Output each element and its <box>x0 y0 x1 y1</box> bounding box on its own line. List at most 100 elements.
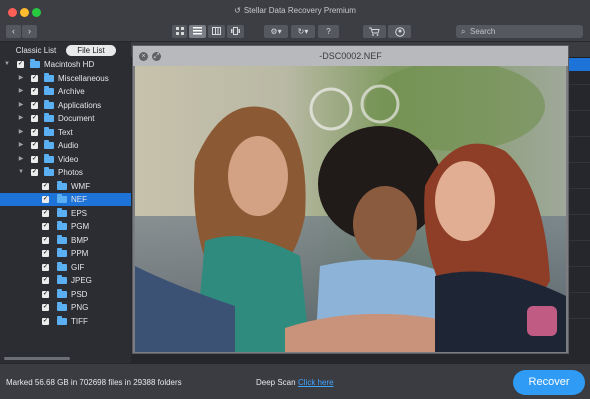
checkbox[interactable]: ✓ <box>42 290 49 298</box>
row-divider <box>568 292 590 293</box>
tree-item-tiff[interactable]: ✓ TIFF <box>0 315 131 328</box>
tree-item-eps[interactable]: ✓ EPS <box>0 207 131 220</box>
disclosure-collapsed-icon[interactable]: ▶ <box>17 112 25 125</box>
tree-item-png[interactable]: ✓ PNG <box>0 301 131 314</box>
disclosure-collapsed-icon[interactable]: ▶ <box>17 126 25 139</box>
folder-icon <box>57 221 67 230</box>
checkbox[interactable]: ✓ <box>31 88 38 95</box>
cart-button[interactable] <box>363 25 386 38</box>
checkbox[interactable]: ✓ <box>42 250 49 257</box>
tab-classic-list[interactable]: Classic List <box>8 45 64 56</box>
row-divider <box>568 240 590 241</box>
status-bar: Marked 56.68 GB in 702698 files in 29388… <box>0 363 590 399</box>
folder-icon <box>44 126 54 136</box>
folder-icon <box>44 113 54 122</box>
disclosure-collapsed-icon[interactable]: ▶ <box>17 85 25 98</box>
checkbox[interactable]: ✓ <box>42 182 49 190</box>
account-button[interactable] <box>388 25 411 38</box>
grid-view-button[interactable] <box>172 25 187 38</box>
tree-item-pgm[interactable]: ✓ PGM <box>0 220 131 233</box>
checkbox[interactable]: ✓ <box>42 277 49 284</box>
tree-item-label: BMP <box>71 235 89 245</box>
marked-summary: Marked 56.68 GB in 702698 files in 29388… <box>6 378 182 387</box>
checkbox[interactable]: ✓ <box>42 196 49 203</box>
folder-icon <box>44 167 54 176</box>
forward-button[interactable]: › <box>22 25 37 38</box>
column-view-button[interactable] <box>208 25 225 38</box>
tree-item-video[interactable]: ▶ ✓ Video <box>0 153 131 166</box>
folder-icon <box>57 261 67 271</box>
tree-scrollbar[interactable] <box>4 357 70 360</box>
disclosure-collapsed-icon[interactable]: ▶ <box>17 72 25 85</box>
folder-icon <box>57 315 67 325</box>
checkbox[interactable]: ✓ <box>31 169 38 176</box>
tree-item-applications[interactable]: ▶ ✓ Applications <box>0 99 131 112</box>
help-button[interactable]: ? <box>318 25 339 38</box>
settings-button[interactable]: ⚙▾ <box>264 25 288 38</box>
checkbox[interactable]: ✓ <box>42 223 49 230</box>
folder-icon <box>57 302 67 311</box>
file-list-selected-row[interactable] <box>568 58 590 71</box>
tree-item-label: TIFF <box>71 316 88 326</box>
tree-item-macintosh-hd[interactable]: ▼ ✓ Macintosh HD <box>0 58 131 71</box>
tree-item-archive[interactable]: ▶ ✓ Archive <box>0 85 131 98</box>
tree-item-audio[interactable]: ▶ ✓ Audio <box>0 139 131 152</box>
recover-button[interactable]: Recover <box>513 370 585 395</box>
disclosure-collapsed-icon[interactable]: ▶ <box>17 153 25 166</box>
checkbox[interactable]: ✓ <box>31 115 38 122</box>
checkbox[interactable]: ✓ <box>42 263 49 271</box>
tab-file-list[interactable]: File List <box>66 45 116 56</box>
tree-item-psd[interactable]: ✓ PSD <box>0 288 131 301</box>
checkbox[interactable]: ✓ <box>42 236 49 244</box>
search-icon: ⌕ <box>461 27 466 36</box>
folder-icon <box>57 207 67 217</box>
tree-item-label: PNG <box>71 303 89 312</box>
tree-item-gif[interactable]: ✓ GIF <box>0 261 131 274</box>
tree-item-document[interactable]: ▶ ✓ Document <box>0 112 131 125</box>
checkbox[interactable]: ✓ <box>31 74 38 82</box>
tree-item-ppm[interactable]: ✓ PPM <box>0 247 131 260</box>
checkbox[interactable]: ✓ <box>42 209 49 217</box>
deep-scan-link[interactable]: Click here <box>298 378 334 387</box>
disclosure-expanded-icon[interactable]: ▼ <box>17 166 25 179</box>
checkbox[interactable]: ✓ <box>31 128 38 136</box>
row-divider <box>568 188 590 189</box>
checkbox[interactable]: ✓ <box>31 155 38 163</box>
tree-item-wmf[interactable]: ✓ WMF <box>0 180 131 193</box>
expand-preview-icon[interactable]: ⤢ <box>152 52 161 61</box>
disclosure-expanded-icon[interactable]: ▼ <box>3 58 11 71</box>
folder-icon <box>44 140 54 149</box>
history-button[interactable]: ↻▾ <box>291 25 315 38</box>
tree-item-text[interactable]: ▶ ✓ Text <box>0 126 131 139</box>
preview-photo <box>135 66 566 352</box>
close-preview-icon[interactable]: × <box>139 52 148 61</box>
tree-item-bmp[interactable]: ✓ BMP <box>0 234 131 247</box>
tree-item-photos[interactable]: ▼ ✓ Photos <box>0 166 131 179</box>
row-divider <box>568 318 590 319</box>
search-input[interactable] <box>470 26 578 37</box>
checkbox[interactable]: ✓ <box>42 317 49 325</box>
cover-flow-button[interactable] <box>227 25 244 38</box>
window-title: ↺ Stellar Data Recovery Premium <box>234 6 356 15</box>
checkbox[interactable]: ✓ <box>31 142 38 149</box>
folder-tree: ▼ ✓ Macintosh HD ▶ ✓ Miscellaneous ▶ ✓ Archive ▶ ✓… <box>0 58 131 354</box>
list-view-button[interactable] <box>189 25 206 38</box>
list-view-icon <box>193 27 202 35</box>
app-logo-icon: ↺ <box>234 6 241 15</box>
tree-item-nef[interactable]: ✓ NEF <box>0 193 131 206</box>
search-box[interactable]: ⌕ <box>456 25 583 38</box>
checkbox[interactable]: ✓ <box>31 101 38 109</box>
tree-item-label: Archive <box>58 87 85 96</box>
tree-item-label: PGM <box>71 222 90 231</box>
tree-item-jpeg[interactable]: ✓ JPEG <box>0 274 131 287</box>
disclosure-collapsed-icon[interactable]: ▶ <box>17 99 25 112</box>
back-button[interactable]: ‹ <box>6 25 21 38</box>
deep-scan-label: Deep Scan <box>256 378 296 387</box>
tree-item-miscellaneous[interactable]: ▶ ✓ Miscellaneous <box>0 72 131 85</box>
history-icon: ↻▾ <box>297 27 309 36</box>
tree-item-label: EPS <box>71 208 88 218</box>
checkbox[interactable]: ✓ <box>42 304 49 311</box>
checkbox[interactable]: ✓ <box>17 61 24 68</box>
disclosure-collapsed-icon[interactable]: ▶ <box>17 139 25 152</box>
tree-item-label: Photos <box>58 168 83 177</box>
